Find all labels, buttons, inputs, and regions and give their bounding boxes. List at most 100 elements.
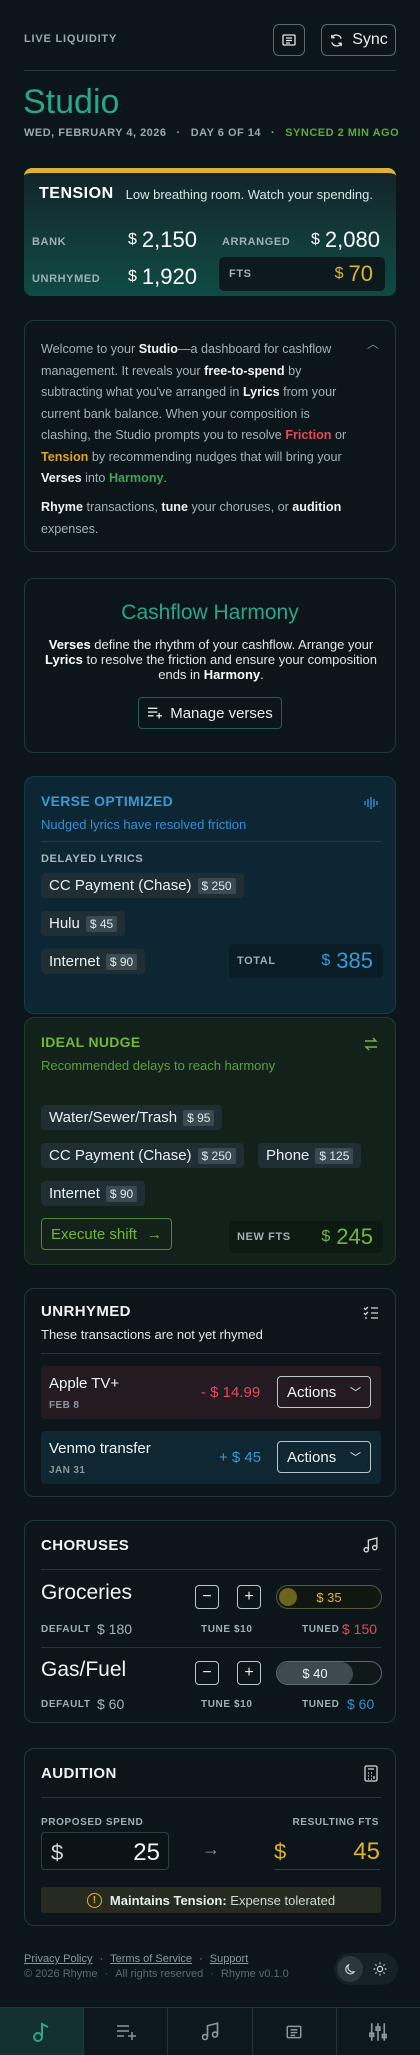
rich-text-segment: . bbox=[260, 667, 264, 682]
arrow-right-icon: → bbox=[202, 1839, 220, 1859]
bank-label: BANK bbox=[32, 236, 67, 248]
increment-button[interactable]: + bbox=[237, 1585, 261, 1609]
actions-dropdown[interactable]: Actions ﹀ bbox=[277, 1441, 371, 1473]
warning-icon: ! bbox=[86, 1892, 102, 1908]
delayed-chip[interactable]: Hulu $ 45 bbox=[41, 911, 126, 936]
sync-label: Sync bbox=[352, 31, 388, 48]
nav-settings[interactable] bbox=[337, 2008, 420, 2055]
tension-notice: ! Maintains Tension: Expense tolerated bbox=[41, 1887, 381, 1913]
transaction-amount: - $ 14.99 bbox=[201, 1384, 261, 1401]
resulting-fts-label: RESULTING FTS bbox=[292, 1817, 379, 1828]
transaction-amount: + $ 45 bbox=[219, 1449, 262, 1466]
nudge-title: IDEAL NUDGE bbox=[41, 1034, 141, 1050]
refresh-icon bbox=[331, 33, 343, 47]
nudge-chip[interactable]: Phone $ 125 bbox=[258, 1143, 362, 1168]
transaction-row[interactable]: Apple TV+ FEB 8 - $ 14.99 Actions ﹀ bbox=[41, 1366, 381, 1419]
rich-text-segment: Harmony bbox=[203, 667, 261, 682]
sync-button[interactable]: Sync bbox=[321, 24, 396, 56]
playlist-icon bbox=[116, 2024, 136, 2040]
chorus-value: $ 40 bbox=[302, 1666, 328, 1681]
actions-dropdown[interactable]: Actions ﹀ bbox=[277, 1376, 371, 1408]
live-liquidity-label: LIVE LIQUIDITY bbox=[24, 33, 118, 45]
audition-card: AUDITION PROPOSED SPEND $ 25 → RESULTING… bbox=[24, 1748, 396, 1926]
arrow-right-icon: → bbox=[146, 1225, 162, 1243]
intro-actions-paragraph: Rhyme transactions, tune your choruses, … bbox=[41, 497, 361, 540]
unrhymed-value: $1,920 bbox=[128, 264, 197, 289]
proposed-spend-input[interactable]: $ 25 bbox=[41, 1832, 169, 1870]
rich-text-segment: expenses. bbox=[41, 521, 99, 536]
privacy-link[interactable]: Privacy Policy bbox=[24, 1953, 92, 1965]
unrhymed-subtitle: These transactions are not yet rhymed bbox=[41, 1327, 263, 1342]
nudge-chip[interactable]: Water/Sewer/Trash $ 95 bbox=[41, 1105, 223, 1130]
tuned-value: $ 60 bbox=[347, 1696, 375, 1712]
default-label: DEFAULT bbox=[41, 1624, 91, 1635]
intro-paragraph: Welcome to your Studio—a dashboard for c… bbox=[41, 339, 361, 490]
verse-optimized-card: VERSE OPTIMIZED Nudged lyrics have resol… bbox=[24, 776, 396, 1014]
ideal-nudge-card: IDEAL NUDGE Recommended delays to reach … bbox=[24, 1017, 396, 1265]
decrement-button[interactable]: − bbox=[195, 1585, 219, 1609]
receipt-button[interactable] bbox=[273, 24, 305, 56]
choruses-card: CHORUSES Groceries − + $ 35 DEFAULT $ 18… bbox=[24, 1520, 396, 1723]
rich-text-segment: define the rhythm of your cashflow. Arra… bbox=[90, 637, 374, 652]
chevron-down-icon: ﹀ bbox=[350, 1387, 361, 1399]
tune-step: TUNE $10 bbox=[201, 1624, 253, 1635]
rich-text-segment: tune bbox=[161, 500, 188, 514]
tuned-label: TUNED bbox=[302, 1624, 340, 1635]
delayed-chip[interactable]: Internet $ 90 bbox=[41, 949, 146, 974]
calculator-icon bbox=[364, 1765, 378, 1782]
rich-text-segment: free-to-spend bbox=[204, 363, 285, 378]
manage-verses-button[interactable]: Manage verses bbox=[138, 697, 282, 729]
increment-button[interactable]: + bbox=[237, 1661, 261, 1685]
default-value: $ 180 bbox=[97, 1621, 133, 1637]
nudge-chip[interactable]: Internet $ 90 bbox=[41, 1181, 146, 1206]
default-label: DEFAULT bbox=[41, 1699, 91, 1710]
resulting-fts-box: $ 45 bbox=[274, 1832, 380, 1870]
waveform-icon bbox=[364, 797, 378, 809]
theme-toggle[interactable] bbox=[334, 1953, 398, 1985]
moon-icon[interactable] bbox=[337, 1956, 363, 1982]
rich-text-segment: Welcome to your bbox=[41, 342, 139, 356]
currency-symbol: $ bbox=[51, 1840, 64, 1865]
nudge-chip[interactable]: CC Payment (Chase) $ 250 bbox=[41, 1143, 244, 1168]
bottom-nav bbox=[0, 2007, 420, 2055]
total-value: $385 bbox=[321, 948, 373, 973]
chorus-value: $ 35 bbox=[316, 1590, 342, 1605]
rich-text-segment: Verses bbox=[41, 471, 82, 485]
chorus-amount-pill[interactable]: $ 40 bbox=[276, 1661, 382, 1685]
delayed-chip[interactable]: CC Payment (Chase) $ 250 bbox=[41, 873, 244, 898]
collapse-icon[interactable]: ︿ bbox=[367, 335, 379, 352]
tension-note: Low breathing room. Watch your spending. bbox=[125, 186, 373, 202]
proposed-spend-value: 25 bbox=[133, 1839, 160, 1866]
support-link[interactable]: Support bbox=[210, 1953, 249, 1965]
audition-title: AUDITION bbox=[41, 1765, 117, 1782]
new-fts-label: NEW FTS bbox=[237, 1231, 291, 1243]
fts-value: $70 bbox=[334, 261, 373, 286]
sun-icon[interactable] bbox=[367, 1956, 393, 1982]
chorus-amount-pill[interactable]: $ 35 bbox=[276, 1585, 382, 1609]
nav-studio[interactable] bbox=[0, 2008, 85, 2055]
nav-verses[interactable] bbox=[84, 2008, 169, 2055]
sync-status: SYNCED 2 MIN AGO bbox=[285, 127, 400, 139]
intro-card: ︿ Welcome to your Studio—a dashboard for… bbox=[24, 320, 396, 552]
execute-shift-button[interactable]: Execute shift → bbox=[41, 1218, 172, 1250]
nav-choruses[interactable] bbox=[168, 2008, 253, 2055]
decrement-button[interactable]: − bbox=[195, 1661, 219, 1685]
delayed-lyrics-label: DELAYED LYRICS bbox=[41, 853, 144, 865]
terms-link[interactable]: Terms of Service bbox=[110, 1953, 192, 1965]
checklist-icon bbox=[363, 1306, 378, 1319]
unrhymed-label: UNRHYMED bbox=[32, 273, 101, 285]
music-note-icon bbox=[363, 1537, 378, 1553]
transaction-row[interactable]: Venmo transfer JAN 31 + $ 45 Actions ﹀ bbox=[41, 1431, 381, 1484]
resulting-fts-value: 45 bbox=[353, 1838, 380, 1865]
rich-text-segment: Rhyme bbox=[41, 500, 83, 514]
choruses-title: CHORUSES bbox=[41, 1537, 130, 1554]
chevron-down-icon: ﹀ bbox=[350, 1452, 361, 1464]
default-value: $ 60 bbox=[97, 1696, 125, 1712]
proposed-spend-label: PROPOSED SPEND bbox=[41, 1817, 144, 1828]
verse-title: VERSE OPTIMIZED bbox=[41, 793, 174, 809]
verse-subtitle: Nudged lyrics have resolved friction bbox=[41, 817, 247, 832]
footer-meta: © 2026 Rhyme · All rights reserved · Rhyme v… bbox=[24, 1968, 289, 1980]
rich-text-segment: by recommending nudges that will bring y… bbox=[88, 449, 342, 464]
harmony-description: Verses define the rhythm of your cashflo… bbox=[45, 637, 377, 682]
nav-ledger[interactable] bbox=[253, 2008, 337, 2055]
